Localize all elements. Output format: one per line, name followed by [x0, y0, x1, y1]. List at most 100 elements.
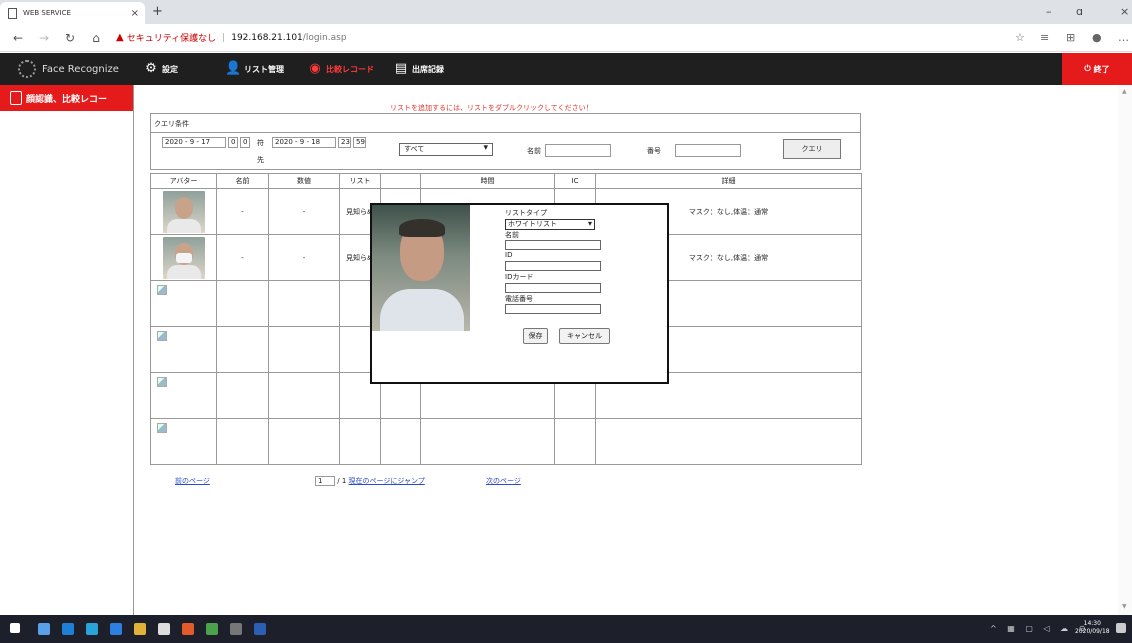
back-icon[interactable]: ← [10, 31, 26, 45]
from-date-input[interactable]: 2020 - 9 - 17 [162, 137, 226, 148]
forward-icon[interactable]: → [36, 31, 52, 45]
page-number-input[interactable]: 1 [315, 476, 335, 486]
new-tab-icon[interactable]: + [152, 4, 163, 19]
col-value: 数値 [268, 173, 340, 189]
left-panel: 顔認識、比較レコー [0, 85, 134, 615]
scroll-up-icon[interactable]: ▲ [1122, 88, 1127, 95]
ie-icon[interactable] [62, 623, 74, 635]
menu-settings-label: 設定 [162, 64, 178, 74]
notification-icon[interactable] [1116, 623, 1126, 633]
col-list: リスト [339, 173, 381, 189]
vertical-scrollbar[interactable]: ▲ ▼ [1118, 85, 1132, 615]
name-input[interactable] [545, 144, 611, 157]
security-label[interactable]: セキュリティ保護なし [127, 31, 216, 44]
word-icon[interactable] [254, 623, 266, 635]
more-menu-icon[interactable]: … [1118, 31, 1129, 44]
menu-settings[interactable]: ⚙ 設定 [143, 61, 178, 77]
name-field[interactable] [505, 240, 601, 250]
home-icon[interactable]: ⌂ [88, 31, 104, 45]
jump-page-link[interactable]: 現在のページにジャンプ [349, 477, 425, 485]
media-icon[interactable] [206, 623, 218, 635]
power-icon: ⏻ [1084, 64, 1091, 73]
add-to-list-dialog: リストタイプ ホワイトリスト 名前 ID IDカード 電話番号 保存 キャンセル [370, 203, 669, 384]
query-button[interactable]: クエリ [783, 139, 841, 159]
type-select[interactable]: すべて [399, 143, 493, 156]
edge-icon[interactable] [86, 623, 98, 635]
list-type-label: リストタイプ [505, 209, 547, 217]
number-input[interactable] [675, 144, 741, 157]
phone-field[interactable] [505, 304, 601, 314]
document-icon: ▤ [394, 61, 408, 76]
next-page-link[interactable]: 次のページ [486, 476, 521, 486]
avatar [162, 190, 205, 233]
windows-taskbar: ^ ▦ ▢ ◁ ☁ ⊙ 14:30 2020/09/18 [0, 615, 1132, 643]
profile-icon[interactable]: ● [1092, 31, 1102, 44]
save-button[interactable]: 保存 [523, 328, 548, 344]
close-window-icon[interactable]: × [1120, 5, 1129, 18]
number-label: 番号 [647, 147, 661, 155]
clock[interactable]: 14:30 2020/09/18 [1075, 620, 1110, 636]
avatar [162, 236, 205, 279]
menu-compare-records[interactable]: ◉ 比較レコード [307, 61, 374, 77]
id-field-label: ID [505, 251, 513, 259]
broken-image-icon [157, 423, 167, 433]
idcard-field-label: IDカード [505, 273, 534, 281]
maximize-icon[interactable]: ɑ [1076, 5, 1083, 18]
left-panel-header[interactable]: 顔認識、比較レコー [0, 85, 133, 111]
tab-close-icon[interactable]: × [131, 8, 139, 19]
menu-attendance[interactable]: ▤ 出席記録 [393, 61, 444, 77]
name-field-label: 名前 [505, 231, 519, 239]
from-label: 符 [257, 139, 264, 147]
broken-image-icon [157, 377, 167, 387]
query-conditions: 2020 - 9 - 17 0 0 符 2020 - 9 - 18 23 59 … [150, 132, 861, 170]
to-hour-input[interactable]: 23 [338, 137, 351, 148]
explorer-icon[interactable] [134, 623, 146, 635]
url-separator: | [222, 32, 226, 43]
url-path[interactable]: /login.asp [303, 33, 347, 43]
col-ic: IC [554, 173, 596, 189]
exit-button[interactable]: ⏻ 終了 [1062, 53, 1132, 85]
query-title: クエリ条件 [154, 120, 189, 128]
col-time: 時間 [420, 173, 555, 189]
menu-list-management[interactable]: 👤 リスト管理 [225, 61, 284, 77]
id-field[interactable] [505, 261, 601, 271]
list-type-select[interactable]: ホワイトリスト [505, 219, 595, 230]
to-date-input[interactable]: 2020 - 9 - 18 [272, 137, 336, 148]
to-minute-input[interactable]: 59 [353, 137, 366, 148]
query-title-box: クエリ条件 [150, 113, 861, 133]
from-minute-input[interactable]: 0 [240, 137, 250, 148]
cancel-button[interactable]: キャンセル [559, 328, 610, 344]
prev-page-link[interactable]: 前のページ [175, 476, 210, 486]
warning-icon: ▲ [116, 32, 124, 43]
table-row[interactable] [150, 418, 862, 465]
col-avatar: アバター [150, 173, 217, 189]
idcard-field[interactable] [505, 283, 601, 293]
favorite-star-icon[interactable]: ☆ [1015, 31, 1025, 44]
from-hour-input[interactable]: 0 [228, 137, 238, 148]
chrome-icon[interactable] [182, 623, 194, 635]
row-value: - [268, 188, 340, 235]
table-header-row: アバター 名前 数値 リスト 時間 IC 詳細 [150, 173, 862, 189]
col-detail: 詳細 [595, 173, 862, 189]
store-icon[interactable] [158, 623, 170, 635]
favorites-list-icon[interactable]: ≡ [1040, 31, 1049, 44]
to-label: 先 [257, 156, 264, 164]
user-app-icon[interactable] [230, 623, 242, 635]
play-circle-icon: ◉ [309, 61, 321, 76]
collections-icon[interactable]: ⊞ [1066, 31, 1075, 44]
hint-text: リストを追加するには、リストをダブルクリックしてください！ [390, 104, 593, 112]
windows-start-icon[interactable] [10, 623, 20, 633]
scroll-down-icon[interactable]: ▼ [1122, 603, 1127, 610]
browser-tab[interactable]: WEB SERVICE × [0, 2, 145, 24]
row-name: - [216, 234, 269, 281]
page-total: / 1 [337, 477, 347, 485]
brand-name: Face Recognize [42, 63, 119, 75]
clock-time: 14:30 [1083, 620, 1101, 627]
app-icon[interactable] [110, 623, 122, 635]
menu-list-label: リスト管理 [244, 64, 284, 74]
minimize-icon[interactable]: – [1046, 5, 1052, 18]
taskview-icon[interactable] [38, 623, 50, 635]
refresh-icon[interactable]: ↻ [62, 31, 78, 45]
url-host[interactable]: 192.168.21.101 [231, 33, 303, 43]
globe-logo-icon [18, 60, 36, 78]
